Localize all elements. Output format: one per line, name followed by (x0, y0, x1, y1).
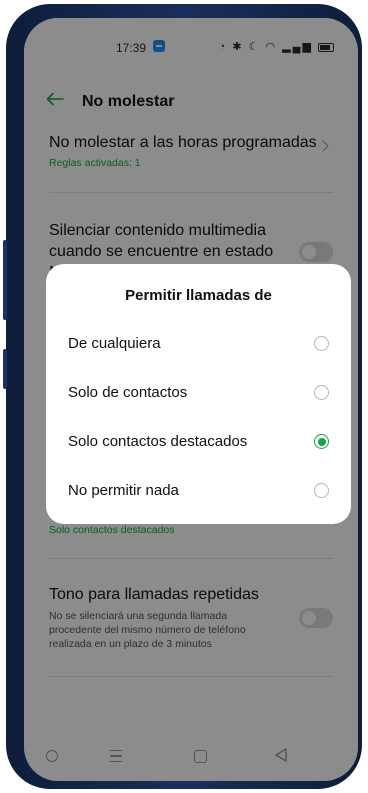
radio-button[interactable] (314, 483, 329, 498)
power-button (3, 349, 7, 389)
option-label: De cualquiera (68, 335, 161, 352)
phone-frame: 17:39 ◔ ✱ ☾ ◠ ▂▄▆ No molestar No molesta… (3, 4, 362, 789)
option-allow-none[interactable]: No permitir nada (46, 471, 351, 511)
dialog-title: Permitir llamadas de (125, 287, 272, 304)
radio-button[interactable] (314, 385, 329, 400)
option-contacts-only[interactable]: Solo de contactos (46, 373, 351, 413)
radio-button[interactable] (314, 336, 329, 351)
volume-button (3, 240, 7, 320)
radio-button-selected[interactable] (314, 434, 329, 449)
screen: 17:39 ◔ ✱ ☾ ◠ ▂▄▆ No molestar No molesta… (24, 18, 358, 781)
option-label: Solo contactos destacados (68, 433, 248, 450)
option-anyone[interactable]: De cualquiera (46, 324, 351, 364)
allow-calls-dialog: Permitir llamadas de De cualquiera Solo … (46, 264, 351, 524)
option-starred-contacts[interactable]: Solo contactos destacados (46, 422, 351, 462)
option-label: Solo de contactos (68, 384, 188, 401)
option-label: No permitir nada (68, 482, 179, 499)
